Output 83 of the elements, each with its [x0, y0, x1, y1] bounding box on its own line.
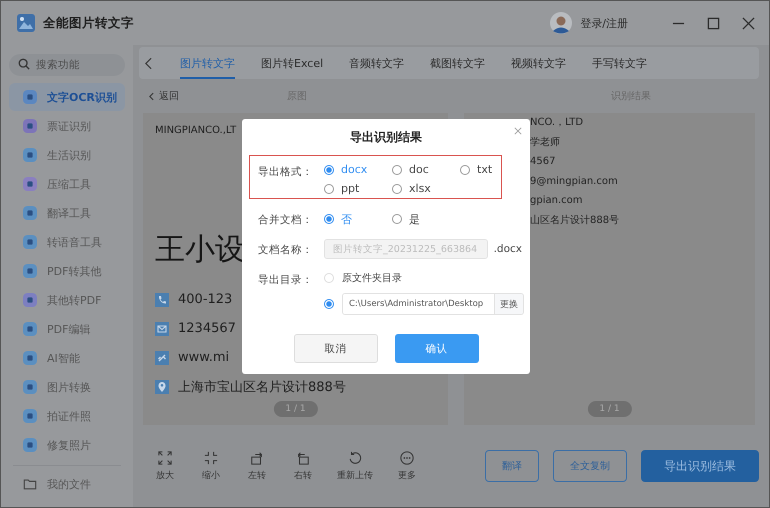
action-button[interactable]: 翻译	[485, 450, 539, 482]
confirm-button[interactable]: 确认	[394, 334, 478, 363]
sidebar-item[interactable]: PDF编辑	[9, 315, 125, 343]
field-label: 文档名称：	[258, 243, 314, 257]
name-text: 王小设	[155, 231, 245, 269]
merge-radio[interactable]: 否	[324, 212, 392, 226]
search-icon	[18, 58, 30, 70]
field-label: 导出格式：	[258, 165, 314, 180]
sidebar-item[interactable]: PDF转其他	[9, 257, 125, 285]
more-tool-button[interactable]: 更多	[395, 450, 419, 482]
back-chevron-icon[interactable]	[149, 92, 154, 100]
directory-path-field[interactable]: C:\Users\Administrator\Desktop	[342, 293, 495, 315]
format-radio[interactable]: doc	[392, 163, 460, 176]
merge-radio[interactable]: 是	[392, 212, 460, 226]
rotate-icon	[296, 450, 310, 464]
rotate-icon	[250, 450, 264, 464]
shrink-icon	[204, 450, 218, 464]
action-button[interactable]: 全文复制	[553, 450, 627, 482]
format-radio[interactable]: docx	[324, 163, 392, 176]
radio-label: 原文件夹目录	[342, 272, 402, 285]
dialog-title: 导出识别结果	[349, 129, 423, 146]
expand-tool-button[interactable]: 放大	[153, 450, 177, 482]
result-text-line: 学老师	[530, 136, 561, 150]
back-chevron-icon[interactable]	[145, 56, 152, 70]
refresh-icon	[348, 450, 362, 464]
directory-radio[interactable]	[324, 299, 334, 309]
sidebar-item[interactable]: 修复照片	[9, 431, 125, 459]
sidebar-item[interactable]: 图片转换	[9, 373, 125, 401]
sidebar-item[interactable]: 票证识别	[9, 112, 125, 140]
close-icon[interactable]	[742, 16, 755, 30]
contact-text: 400-123	[178, 292, 232, 307]
page-indicator: 1 / 1	[587, 401, 632, 417]
tab[interactable]: 图片转文字	[180, 48, 235, 78]
format-radio[interactable]: ppt	[324, 182, 392, 195]
sidebar-item[interactable]: 拍证件照	[9, 402, 125, 430]
sidebar-item[interactable]: 压缩工具	[9, 170, 125, 198]
sidebar-item[interactable]: 生活识别	[9, 141, 125, 169]
contact-text: 上海市宝山区名片设计888号	[178, 378, 346, 396]
result-text-line: NCO.，LTD	[530, 116, 584, 130]
change-button[interactable]: 更换	[495, 293, 524, 315]
maximize-icon[interactable]	[707, 16, 720, 30]
window-title: 全能图片转文字	[43, 14, 134, 32]
reupload-tool-button[interactable]: 重新上传	[337, 450, 373, 482]
sidebar-item[interactable]: 转语音工具	[9, 228, 125, 256]
close-icon[interactable]	[514, 127, 522, 135]
search-field[interactable]: 搜索功能	[9, 54, 125, 76]
phone-icon	[155, 292, 169, 306]
expand-icon	[158, 450, 172, 464]
contact-text: www.mi	[178, 350, 230, 365]
format-radio[interactable]: txt	[460, 163, 510, 176]
sidebar-item[interactable]: 文字OCR识别	[9, 83, 125, 111]
app-logo-icon	[17, 14, 35, 32]
result-text-line: 9@mingpian.com	[530, 174, 619, 188]
page-indicator: 1 / 1	[273, 401, 318, 417]
cancel-button[interactable]: 取消	[294, 334, 378, 363]
login-link[interactable]: 登录/注册	[580, 16, 628, 30]
tab[interactable]: 截图转文字	[430, 48, 486, 78]
format-radio[interactable]: xlsx	[392, 182, 460, 195]
tab[interactable]: 音频转文字	[349, 48, 404, 78]
my-files-item[interactable]: 我的文件	[9, 470, 125, 498]
extension-text: .docx	[494, 243, 522, 255]
mail-icon	[155, 322, 169, 336]
tab[interactable]: 图片转Excel	[261, 48, 324, 78]
field-label: 合并文档：	[258, 213, 314, 227]
result-text-line: gpian.com	[530, 194, 584, 208]
contact-text: 1234567	[178, 321, 236, 336]
folder-icon	[23, 477, 37, 491]
tab[interactable]: 手写转文字	[592, 48, 648, 78]
avatar-icon	[550, 12, 572, 34]
more-icon	[400, 450, 414, 464]
back-link[interactable]: 返回	[159, 89, 179, 103]
export-button[interactable]: 导出识别结果	[641, 450, 759, 482]
shrink-tool-button[interactable]: 缩小	[199, 450, 223, 482]
pin-icon	[155, 380, 169, 394]
sidebar-item[interactable]: AI智能	[9, 344, 125, 372]
company-text: MINGPIANCO.,LT	[155, 125, 238, 136]
result-text-line: 山区名片设计888号	[530, 214, 620, 228]
link-icon	[155, 350, 169, 364]
field-label: 导出目录：	[258, 273, 314, 287]
result-text-line: 4567	[530, 155, 556, 169]
sidebar-item[interactable]: 其他转PDF	[9, 286, 125, 314]
sidebar-item[interactable]: 翻译工具	[9, 199, 125, 227]
tab[interactable]: 视频转文字	[511, 48, 566, 78]
